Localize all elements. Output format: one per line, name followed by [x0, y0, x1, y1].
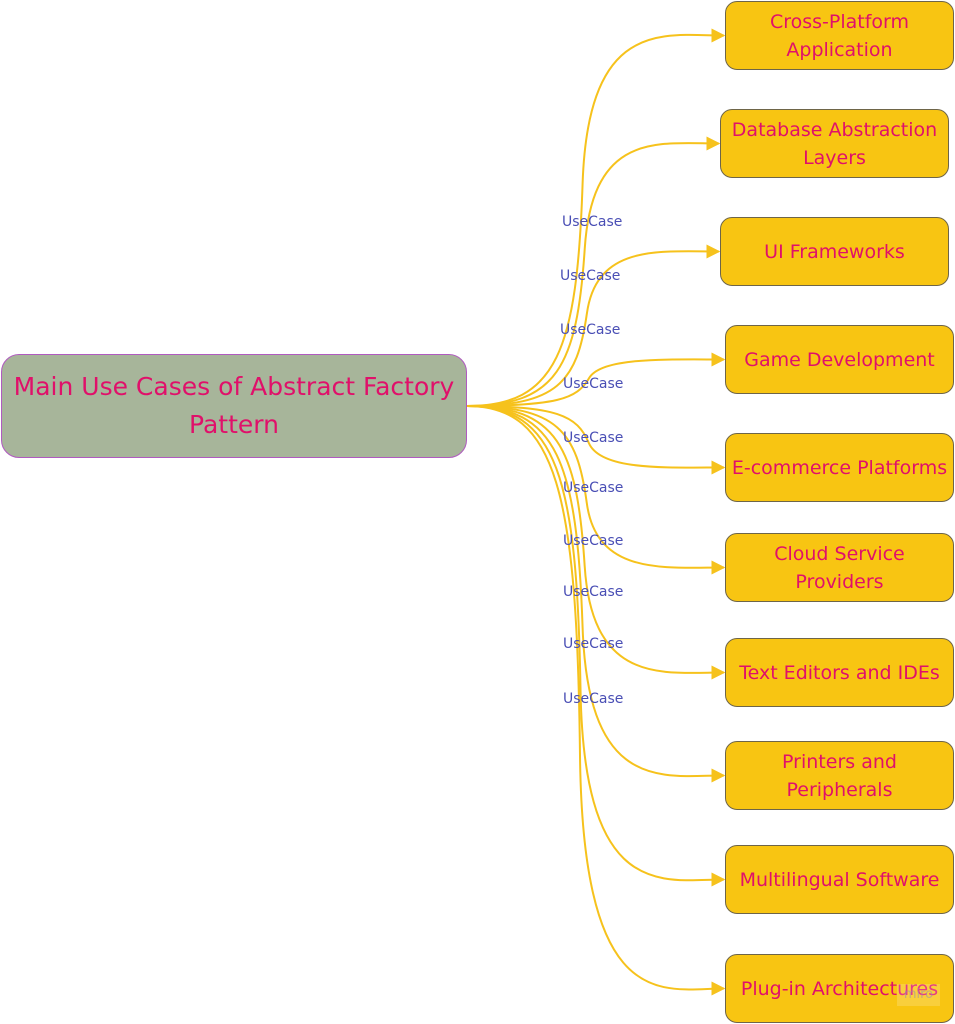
node-printers-and-peripherals[interactable]: Printers and Peripherals [725, 741, 954, 810]
node-text-editors-and-ides[interactable]: Text Editors and IDEs [725, 638, 954, 707]
miro-watermark: miro [897, 984, 940, 1006]
node-label: Multilingual Software [739, 868, 940, 891]
node-label: Cross-Platform Application [769, 10, 910, 61]
edge-label: UseCase [563, 480, 624, 496]
edge-label: UseCase [563, 430, 624, 446]
node-database-abstraction-layers[interactable]: Database Abstraction Layers [720, 109, 949, 178]
node-label: E-commerce Platforms [731, 456, 948, 479]
edge-label: UseCase [563, 584, 624, 600]
node-game-development[interactable]: Game Development [725, 325, 954, 394]
node-multilingual-software[interactable]: Multilingual Software [725, 845, 954, 914]
node-label: Text Editors and IDEs [739, 661, 940, 684]
edge-label: UseCase [560, 322, 621, 338]
node-label: UI Frameworks [764, 240, 905, 263]
node-label: Cloud Service Providers [774, 542, 905, 593]
node-e-commerce-platforms[interactable]: E-commerce Platforms [725, 433, 954, 502]
edge-label: UseCase [560, 268, 621, 284]
edge-label: UseCase [563, 376, 624, 392]
node-ui-frameworks[interactable]: UI Frameworks [720, 217, 949, 286]
root-node-label: Main Use Cases of Abstract Factory Patte… [13, 372, 455, 439]
edge-label: UseCase [562, 214, 623, 230]
edge-label: UseCase [563, 636, 624, 652]
edge-label: UseCase [563, 691, 624, 707]
node-cross-platform-application[interactable]: Cross-Platform Application [725, 1, 954, 70]
node-label: Game Development [744, 348, 935, 371]
root-node[interactable]: Main Use Cases of Abstract Factory Patte… [1, 354, 467, 458]
node-label: Database Abstraction Layers [731, 118, 938, 169]
edge-label: UseCase [563, 533, 624, 549]
node-cloud-service-providers[interactable]: Cloud Service Providers [725, 533, 954, 602]
node-label: Printers and Peripherals [782, 750, 897, 801]
